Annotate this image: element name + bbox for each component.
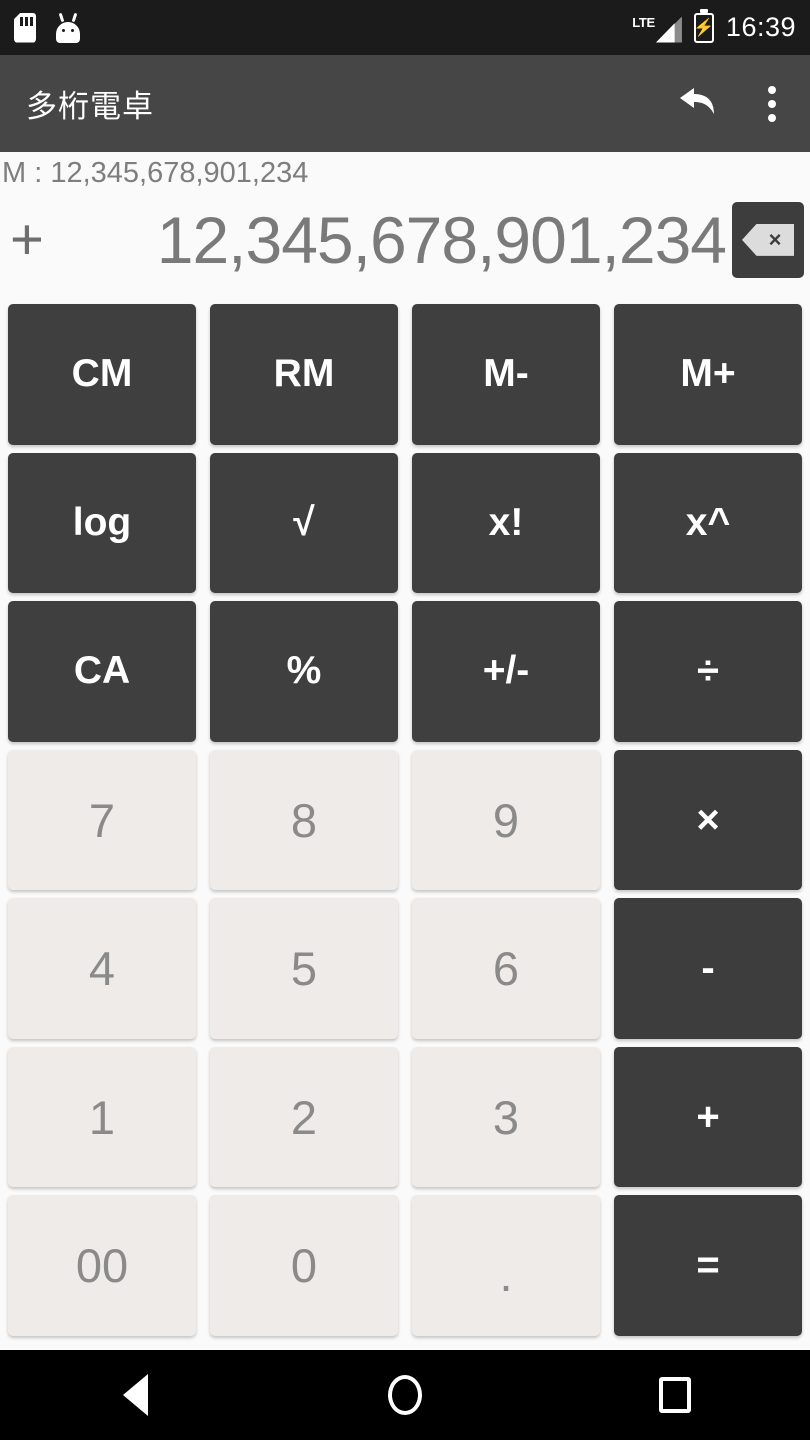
status-bar-clock: 16:39	[725, 12, 796, 42]
backspace-button[interactable]: ×	[732, 201, 804, 278]
key-CM[interactable]: CM	[8, 304, 196, 445]
status-bar-left-icons	[14, 12, 82, 43]
keypad: CM RM M- M+ log √ x! x^ CA% +/- ÷ 7 8 9 × 4 5 6-1 2 3 +00 0. =	[0, 304, 810, 1350]
key-+--[interactable]: +/-	[412, 601, 600, 742]
status-bar: LTE ⚡ 16:39	[0, 0, 810, 55]
nav-recents-button[interactable]	[615, 1350, 735, 1440]
keypad-row: 1 2 3 +	[8, 1046, 802, 1196]
phone-screen: LTE ⚡ 16:39 多桁電卓 M : 12,345,678,901,234	[0, 0, 810, 1440]
key-00[interactable]: 00	[8, 1195, 196, 1337]
key-equals[interactable]: =	[614, 1195, 802, 1337]
keypad-row: log √ x! x^	[8, 452, 802, 602]
home-circle-icon	[388, 1375, 422, 1415]
key-multiply[interactable]: ×	[614, 749, 802, 891]
recents-square-icon	[659, 1377, 691, 1413]
display-value: 12,345,678,901,234	[156, 206, 727, 273]
sd-card-icon	[14, 12, 36, 43]
nav-home-button[interactable]	[345, 1350, 465, 1440]
key-percent[interactable]: %	[210, 601, 398, 742]
key-M-[interactable]: M-	[412, 304, 600, 445]
key-sqrt[interactable]: √	[210, 452, 398, 594]
calculator-display: M : 12,345,678,901,234 + 12,345,678,901,…	[0, 152, 810, 304]
key-xpower[interactable]: x^	[614, 452, 802, 594]
backspace-x-glyph: ×	[768, 226, 782, 252]
memory-value-label: M : 12,345,678,901,234	[2, 157, 309, 189]
key-M+[interactable]: M+	[614, 304, 802, 445]
display-main-row: + 12,345,678,901,234 ×	[0, 190, 810, 290]
key-RM[interactable]: RM	[210, 304, 398, 445]
lte-signal-icon: LTE	[632, 13, 682, 43]
battery-charging-icon: ⚡	[693, 12, 715, 43]
android-head-icon	[54, 12, 82, 43]
navigation-bar	[0, 1350, 810, 1440]
key-6[interactable]: 6	[412, 898, 600, 1039]
lte-label: LTE	[632, 14, 655, 30]
key-7[interactable]: 7	[8, 749, 196, 891]
key-xfactorial[interactable]: x!	[412, 452, 600, 594]
keypad-row: CM RM M- M+	[8, 304, 802, 453]
back-triangle-icon	[122, 1374, 148, 1416]
key-1[interactable]: 1	[8, 1046, 196, 1188]
keypad-row: 456-	[8, 898, 802, 1047]
key-+[interactable]: +	[614, 1046, 802, 1188]
key-8[interactable]: 8	[210, 749, 398, 891]
app-bar: 多桁電卓	[0, 55, 810, 152]
undo-icon[interactable]	[674, 82, 718, 126]
key-log[interactable]: log	[8, 452, 196, 594]
key-4[interactable]: 4	[8, 898, 196, 1039]
key-3[interactable]: 3	[412, 1046, 600, 1188]
key-CA[interactable]: CA	[8, 601, 196, 742]
key-0[interactable]: 0	[210, 1195, 398, 1337]
key-9[interactable]: 9	[412, 749, 600, 891]
key-5[interactable]: 5	[210, 898, 398, 1039]
app-title: 多桁電卓	[26, 89, 154, 124]
key-divide[interactable]: ÷	[614, 601, 802, 742]
nav-back-button[interactable]	[75, 1350, 195, 1440]
key--[interactable]: -	[614, 898, 802, 1039]
app-bar-actions	[674, 82, 784, 126]
backspace-icon: ×	[742, 223, 794, 256]
keypad-row: CA% +/- ÷	[8, 601, 802, 750]
status-bar-right-icons: LTE ⚡ 16:39	[632, 12, 796, 43]
keypad-row: 7 8 9 ×	[8, 749, 802, 899]
pending-operator: +	[10, 206, 44, 272]
key-decimal[interactable]: .	[412, 1195, 600, 1337]
overflow-menu-icon[interactable]	[760, 82, 784, 126]
keypad-row: 00 0. =	[8, 1195, 802, 1344]
key-2[interactable]: 2	[210, 1046, 398, 1188]
